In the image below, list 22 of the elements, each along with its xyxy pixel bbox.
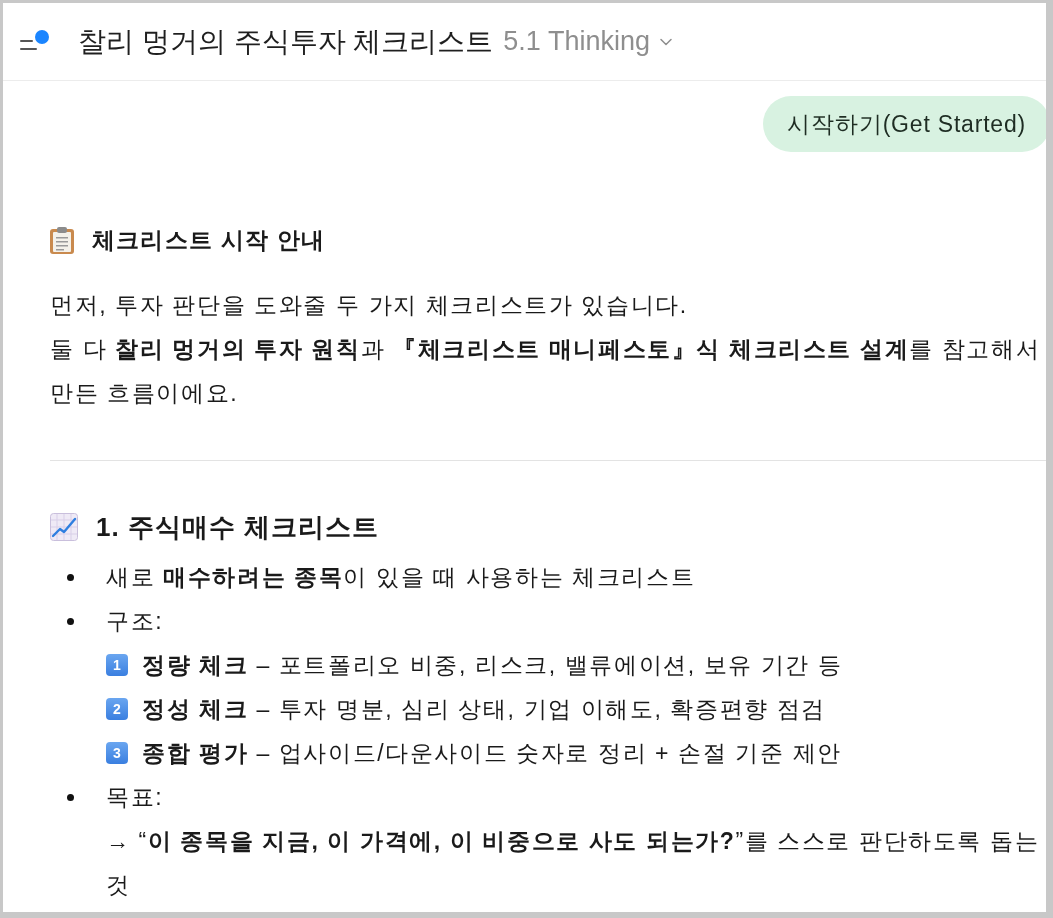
list-item-text: 구조: <box>106 607 165 636</box>
section-heading: 체크리스트 시작 안내 <box>92 225 325 255</box>
paragraph-text: 먼저, 투자 판단을 도와줄 두 가지 체크리스트가 있습니다. <box>50 291 689 320</box>
keycap-number: 2 <box>106 698 128 720</box>
list-item-text: → “이 종목을 지금, 이 가격에, 이 비중으로 사도 되는가?”를 스스로 판단하도록 돕는 것 <box>106 827 1041 900</box>
bullet-icon <box>67 793 74 801</box>
list-item-text: 정량 체크 – 포트폴리오 비중, 리스크, 밸류에이션, 보유 기간 등 <box>142 651 844 680</box>
bullet-icon <box>67 617 74 625</box>
user-message-bubble: 시작하기(Get Started) <box>763 96 1046 152</box>
list-item-text: 목표: <box>106 783 165 812</box>
model-selector[interactable]: 5.1 Thinking <box>499 26 680 57</box>
clipboard-icon <box>50 226 74 254</box>
bullet-icon <box>67 573 74 581</box>
list-item-text: 새로 매수하려는 종목이 있을 때 사용하는 체크리스트 <box>106 563 697 592</box>
section-heading: 1. 주식매수 체크리스트 <box>96 510 380 544</box>
list-item-text: 정성 체크 – 투자 명분, 심리 상태, 기업 이해도, 확증편향 점검 <box>142 695 828 724</box>
keycap-number: 3 <box>106 742 128 764</box>
list-item-text: 종합 평가 – 업사이드/다운사이드 숫자로 정리 + 손절 기준 제안 <box>142 739 843 768</box>
rising-chart-icon <box>50 513 78 541</box>
paragraph-text: 둘 다 찰리 멍거의 투자 원칙과 『체크리스트 매니페스토』식 체크리스트 설계를 참고해서 만든 흐름이에요. <box>50 335 1042 408</box>
keycap-number: 1 <box>106 654 128 676</box>
chat-title: 찰리 멍거의 주식투자 체크리스트 <box>78 24 494 59</box>
